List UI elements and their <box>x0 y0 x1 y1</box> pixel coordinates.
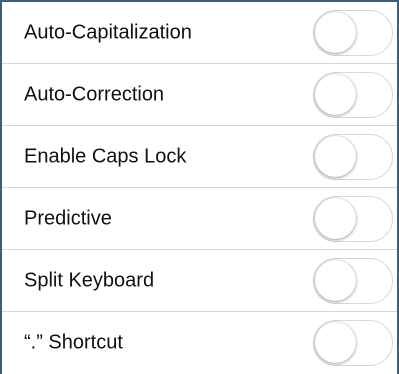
toggle-knob <box>315 322 356 363</box>
settings-panel: Auto-Capitalization Auto-Correction Enab… <box>0 0 399 374</box>
setting-row-predictive: Predictive <box>2 188 397 250</box>
setting-label: Predictive <box>24 207 112 229</box>
setting-label: Auto-Correction <box>24 83 165 105</box>
setting-label: Split Keyboard <box>24 269 155 291</box>
setting-row-enable-caps-lock: Enable Caps Lock <box>2 126 397 188</box>
setting-label: Auto-Capitalization <box>24 21 192 43</box>
toggle-knob <box>315 197 356 239</box>
keyboard-settings-list: Auto-Capitalization Auto-Correction Enab… <box>2 2 397 374</box>
toggle-knob <box>315 259 356 301</box>
toggle-knob <box>315 11 356 53</box>
predictive-toggle[interactable] <box>313 195 393 242</box>
setting-row-auto-capitalization: Auto-Capitalization <box>2 2 397 64</box>
enable-caps-lock-toggle[interactable] <box>313 133 393 180</box>
setting-row-auto-correction: Auto-Correction <box>2 64 397 126</box>
setting-label: Enable Caps Lock <box>24 145 187 167</box>
split-keyboard-toggle[interactable] <box>313 257 393 304</box>
setting-row-split-keyboard: Split Keyboard <box>2 250 397 312</box>
auto-capitalization-toggle[interactable] <box>313 9 393 56</box>
setting-label: “.” Shortcut <box>24 331 123 354</box>
toggle-knob <box>315 73 356 115</box>
period-shortcut-toggle[interactable] <box>313 320 393 366</box>
auto-correction-toggle[interactable] <box>313 71 393 118</box>
setting-row-period-shortcut: “.” Shortcut <box>2 312 397 374</box>
toggle-knob <box>315 135 356 177</box>
